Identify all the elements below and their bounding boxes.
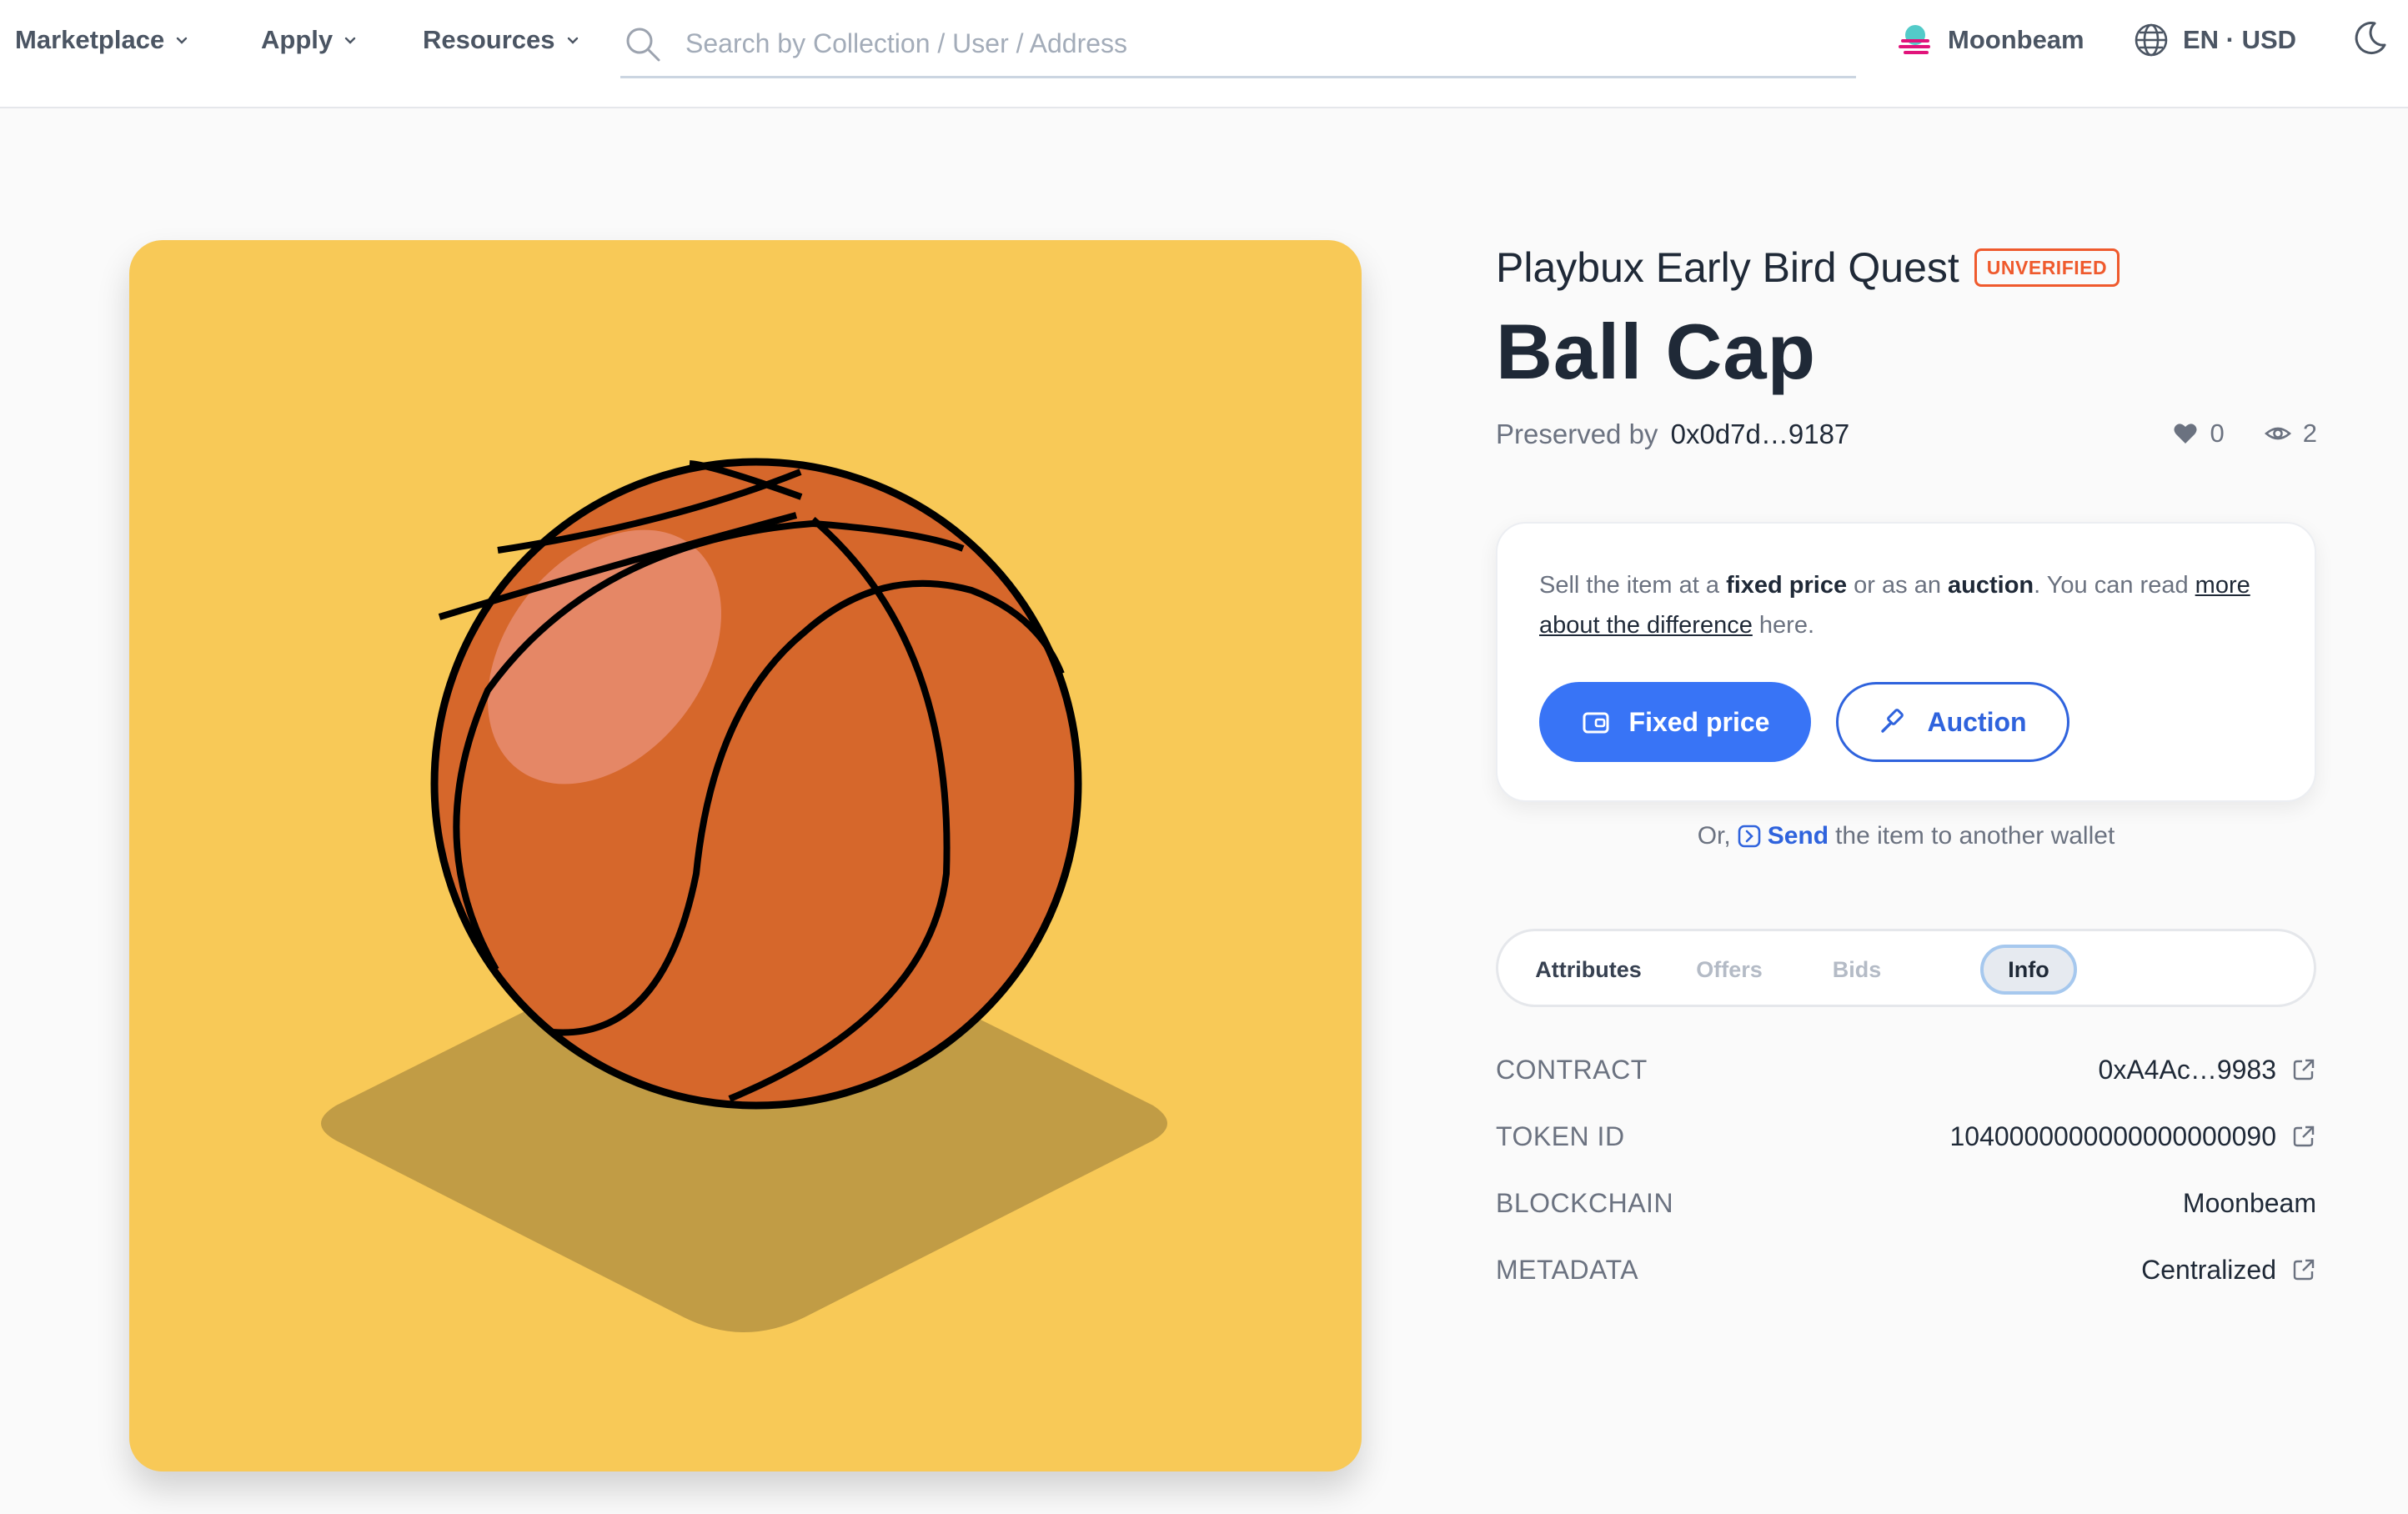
locale-selector[interactable]: EN · USD [2133, 23, 2296, 57]
owner-prefix: Preserved by [1496, 419, 1658, 449]
search-input[interactable] [685, 28, 1769, 59]
page: Marketplace Apply Resources Mo [0, 0, 2408, 1514]
eye-icon [2264, 427, 2291, 440]
nav-marketplace[interactable]: Marketplace [15, 23, 189, 57]
views-count: 2 [2302, 419, 2317, 448]
sell-fixed-word: fixed price [1726, 572, 1848, 599]
info-row-metadata: METADATA Centralized [1496, 1250, 2316, 1290]
auction-label: Auction [1927, 706, 2027, 737]
chevron-down-icon [177, 37, 188, 44]
nft-artwork [129, 240, 1362, 1471]
nav-resources-label: Resources [423, 25, 555, 54]
fixed-price-button[interactable]: Fixed price [1539, 682, 1811, 762]
info-row-contract: CONTRACT 0xA4Ac…9983 [1496, 1050, 2316, 1090]
metadata-value: Centralized [2141, 1254, 2276, 1285]
item-stats: 0 2 [2144, 419, 2317, 449]
info-row-token-id: TOKEN ID 1040000000000000000090 [1496, 1116, 2316, 1156]
send-arrow-icon [1738, 825, 1761, 848]
likes-stat[interactable]: 0 [2172, 419, 2225, 449]
contract-value: 0xA4Ac…9983 [2098, 1054, 2276, 1085]
send-link-label: Send [1767, 822, 1829, 850]
collection-row: Playbux Early Bird Quest UNVERIFIED [1496, 242, 2120, 293]
metadata-value-group: Centralized [2141, 1255, 2316, 1286]
token-id-value: 1040000000000000000090 [1949, 1120, 2276, 1151]
nav-apply[interactable]: Apply [261, 23, 358, 57]
sell-text-part: . You can read [2034, 572, 2195, 599]
moon-icon[interactable] [2350, 18, 2390, 58]
nav-marketplace-label: Marketplace [15, 25, 165, 54]
network-selector[interactable]: Moonbeam [1896, 23, 2084, 57]
blockchain-value: Moonbeam [2182, 1187, 2316, 1218]
send-prefix: Or, [1697, 822, 1731, 850]
nav-apply-label: Apply [261, 25, 334, 54]
likes-count: 0 [2210, 419, 2225, 448]
send-row: Or, Send the item to another wallet [1496, 822, 2316, 850]
tab-info[interactable]: Info [1980, 945, 2077, 995]
token-id-label: TOKEN ID [1496, 1120, 1625, 1151]
item-title: Ball Cap [1496, 308, 1817, 395]
heart-icon [2174, 424, 2196, 444]
search-icon [626, 28, 660, 61]
metadata-label: METADATA [1496, 1254, 1639, 1285]
sell-text-part: Sell the item at a [1539, 572, 1727, 599]
owner-address[interactable]: 0x0d7d…9187 [1671, 419, 1850, 449]
search-bar [620, 12, 1856, 78]
gavel-icon [1881, 709, 1904, 733]
globe-icon [2135, 23, 2168, 57]
blockchain-value-group: Moonbeam [2183, 1188, 2316, 1219]
network-name: Moonbeam [1948, 25, 2084, 54]
send-link[interactable]: Send [1738, 822, 1829, 850]
external-link-icon[interactable] [2291, 1124, 2316, 1149]
sell-auction-word: auction [1948, 572, 2034, 599]
blockchain-label: BLOCKCHAIN [1496, 1187, 1674, 1218]
token-id-value-group: 1040000000000000000090 [1949, 1121, 2316, 1152]
detail-tabs: Attributes Offers Bids Info [1496, 929, 2316, 1007]
unverified-badge: UNVERIFIED [1974, 248, 2120, 287]
auction-button[interactable]: Auction [1836, 682, 2069, 762]
nav-resources[interactable]: Resources [423, 23, 580, 57]
basketball-illustration [321, 458, 1167, 1332]
chevron-down-icon [344, 37, 356, 44]
sell-options-card: Sell the item at a fixed price or as an … [1496, 522, 2316, 802]
contract-label: CONTRACT [1496, 1054, 1648, 1085]
owner-row: Preserved by 0x0d7d…9187 [1496, 419, 1849, 450]
tab-attributes[interactable]: Attributes [1522, 945, 1655, 995]
external-link-icon[interactable] [2291, 1257, 2316, 1282]
locale-label: EN · USD [2183, 25, 2297, 54]
contract-value-group: 0xA4Ac…9983 [2099, 1055, 2316, 1085]
send-suffix: the item to another wallet [1835, 822, 2115, 850]
info-row-blockchain: BLOCKCHAIN Moonbeam [1496, 1183, 2316, 1223]
wallet-icon [1583, 712, 1609, 734]
tab-bids[interactable]: Bids [1815, 945, 1899, 995]
fixed-price-label: Fixed price [1628, 706, 1770, 737]
tab-offers[interactable]: Offers [1675, 945, 1783, 995]
sell-text-part: or as an [1847, 572, 1949, 599]
external-link-icon[interactable] [2291, 1057, 2316, 1082]
views-stat: 2 [2264, 419, 2317, 449]
sell-text-part: here. [1752, 612, 1815, 639]
chevron-down-icon [567, 37, 578, 44]
moonbeam-logo-icon [1899, 25, 1930, 54]
collection-name[interactable]: Playbux Early Bird Quest [1496, 243, 1959, 292]
top-navigation-bar: Marketplace Apply Resources Mo [0, 0, 2408, 108]
sell-description: Sell the item at a fixed price or as an … [1539, 565, 2273, 645]
